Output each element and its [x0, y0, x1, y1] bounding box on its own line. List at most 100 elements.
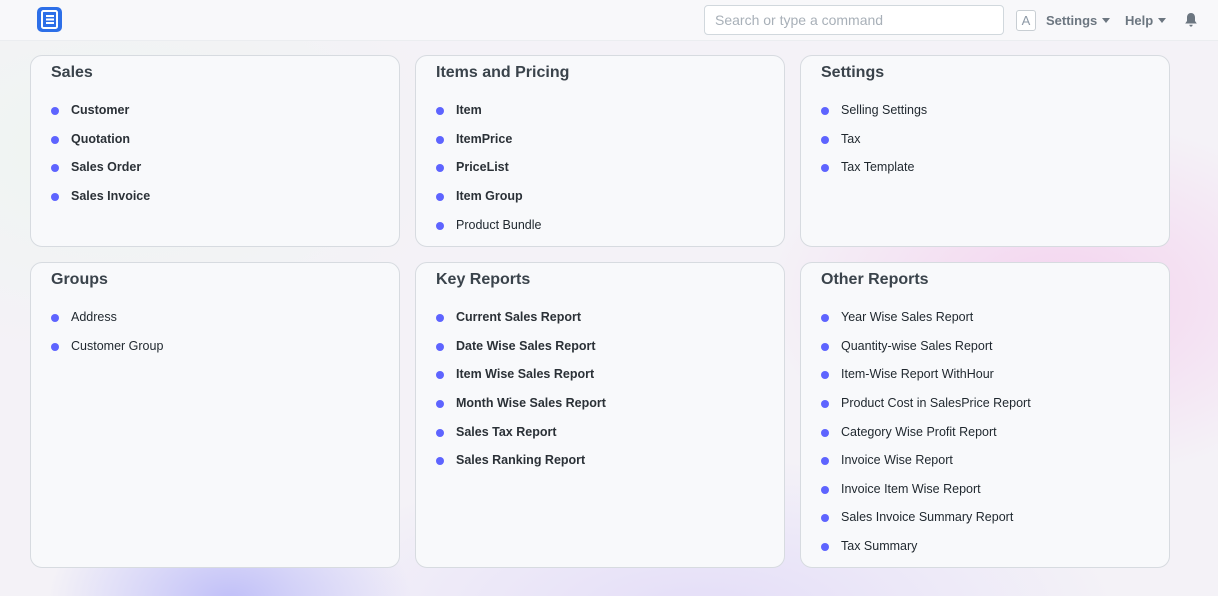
link-list: Year Wise Sales Report Quantity-wise Sal…	[821, 303, 1031, 560]
link-sales-invoice-summary-report[interactable]: Sales Invoice Summary Report	[821, 503, 1031, 532]
link-date-wise-sales-report[interactable]: Date Wise Sales Report	[436, 332, 606, 361]
link-tax-summary[interactable]: Tax Summary	[821, 532, 1031, 561]
bullet-dot-icon	[436, 221, 444, 230]
settings-dropdown-label: Settings	[1046, 13, 1098, 28]
card-other-reports: Other Reports Year Wise Sales Report Qua…	[800, 262, 1170, 568]
help-dropdown[interactable]: Help	[1125, 13, 1167, 28]
link-current-sales-report[interactable]: Current Sales Report	[436, 303, 606, 332]
bullet-dot-icon	[436, 428, 444, 437]
bullet-dot-icon	[821, 135, 829, 144]
link-product-cost-in-salesprice-report[interactable]: Product Cost in SalesPrice Report	[821, 389, 1031, 418]
link-list: Item ItemPrice PriceList Item Group Prod…	[436, 96, 541, 239]
card-key-reports: Key Reports Current Sales Report Date Wi…	[415, 262, 785, 568]
link-label: Item Wise Sales Report	[456, 367, 595, 382]
link-label: Product Cost in SalesPrice Report	[841, 396, 1031, 411]
help-dropdown-label: Help	[1125, 13, 1154, 28]
link-invoice-wise-report[interactable]: Invoice Wise Report	[821, 446, 1031, 475]
card-settings: Settings Selling Settings Tax Tax Templa…	[800, 55, 1170, 247]
link-invoice-item-wise-report[interactable]: Invoice Item Wise Report	[821, 475, 1031, 504]
keyboard-shortcut-hint: A	[1016, 10, 1036, 31]
link-label: Date Wise Sales Report	[456, 338, 596, 353]
bullet-dot-icon	[821, 314, 829, 323]
link-label: Customer	[71, 103, 130, 118]
bullet-dot-icon	[436, 457, 444, 466]
bullet-dot-icon	[51, 314, 59, 323]
link-sales-invoice[interactable]: Sales Invoice	[51, 182, 150, 211]
link-label: ItemPrice	[456, 131, 513, 146]
link-label: Tax	[841, 131, 861, 146]
bullet-dot-icon	[821, 543, 829, 552]
link-quantity-wise-sales-report[interactable]: Quantity-wise Sales Report	[821, 332, 1031, 361]
bullet-dot-icon	[436, 371, 444, 380]
link-sales-ranking-report[interactable]: Sales Ranking Report	[436, 446, 606, 475]
link-label: Customer Group	[71, 338, 164, 353]
link-label: Tax Summary	[841, 539, 918, 554]
link-label: Current Sales Report	[456, 310, 582, 325]
link-label: Invoice Wise Report	[841, 453, 953, 468]
card-items-and-pricing: Items and Pricing Item ItemPrice PriceLi…	[415, 55, 785, 247]
link-item-price[interactable]: ItemPrice	[436, 125, 541, 154]
bullet-dot-icon	[51, 135, 59, 144]
bullet-dot-icon	[821, 371, 829, 380]
bullet-dot-icon	[51, 164, 59, 173]
bullet-dot-icon	[821, 514, 829, 523]
link-item[interactable]: Item	[436, 96, 541, 125]
link-quotation[interactable]: Quotation	[51, 125, 150, 154]
link-selling-settings[interactable]: Selling Settings	[821, 96, 927, 125]
card-groups: Groups Address Customer Group	[30, 262, 400, 568]
bullet-dot-icon	[821, 164, 829, 173]
bullet-dot-icon	[821, 457, 829, 466]
link-sales-tax-report[interactable]: Sales Tax Report	[436, 417, 606, 446]
link-label: Address	[71, 310, 117, 325]
link-label: Sales Invoice Summary Report	[841, 510, 1014, 525]
link-tax-template[interactable]: Tax Template	[821, 153, 927, 182]
card-title: Sales	[51, 64, 93, 81]
link-list: Address Customer Group	[51, 303, 163, 360]
link-customer-group[interactable]: Customer Group	[51, 332, 163, 361]
card-title: Settings	[821, 64, 885, 81]
link-tax[interactable]: Tax	[821, 125, 927, 154]
link-label: Category Wise Profit Report	[841, 424, 997, 439]
link-label: Month Wise Sales Report	[456, 396, 606, 411]
link-label: Year Wise Sales Report	[841, 310, 974, 325]
link-label: Tax Template	[841, 160, 915, 175]
link-label: Item Group	[456, 189, 523, 204]
link-customer[interactable]: Customer	[51, 96, 150, 125]
bullet-dot-icon	[436, 400, 444, 409]
link-label: PriceList	[456, 160, 509, 175]
link-year-wise-sales-report[interactable]: Year Wise Sales Report	[821, 303, 1031, 332]
bullet-dot-icon	[436, 342, 444, 351]
link-label: Product Bundle	[456, 217, 542, 232]
link-list: Current Sales Report Date Wise Sales Rep…	[436, 303, 606, 475]
bullet-dot-icon	[821, 400, 829, 409]
link-month-wise-sales-report[interactable]: Month Wise Sales Report	[436, 389, 606, 418]
settings-dropdown[interactable]: Settings	[1046, 13, 1111, 28]
link-sales-order[interactable]: Sales Order	[51, 153, 150, 182]
card-title: Items and Pricing	[436, 64, 570, 81]
link-category-wise-profit-report[interactable]: Category Wise Profit Report	[821, 417, 1031, 446]
card-title: Other Reports	[821, 271, 929, 288]
link-item-wise-sales-report[interactable]: Item Wise Sales Report	[436, 360, 606, 389]
bullet-dot-icon	[821, 485, 829, 494]
link-label: Sales Invoice	[71, 189, 151, 204]
link-item-group[interactable]: Item Group	[436, 182, 541, 211]
bullet-dot-icon	[436, 193, 444, 202]
link-label: Quotation	[71, 131, 131, 146]
link-label: Sales Tax Report	[456, 424, 557, 439]
search-input[interactable]	[704, 5, 1004, 35]
app-logo-icon[interactable]	[37, 7, 62, 32]
link-label: Sales Ranking Report	[456, 453, 586, 468]
bullet-dot-icon	[821, 342, 829, 351]
bullet-dot-icon	[821, 107, 829, 116]
caret-down-icon	[1102, 18, 1111, 24]
bell-icon[interactable]	[1184, 12, 1198, 33]
link-address[interactable]: Address	[51, 303, 163, 332]
link-item-wise-report-withhour[interactable]: Item-Wise Report WithHour	[821, 360, 1031, 389]
link-label: Selling Settings	[841, 103, 928, 118]
link-price-list[interactable]: PriceList	[436, 153, 541, 182]
link-label: Invoice Item Wise Report	[841, 481, 981, 496]
link-label: Sales Order	[71, 160, 142, 175]
bullet-dot-icon	[436, 314, 444, 323]
bullet-dot-icon	[821, 428, 829, 437]
link-product-bundle[interactable]: Product Bundle	[436, 210, 541, 239]
